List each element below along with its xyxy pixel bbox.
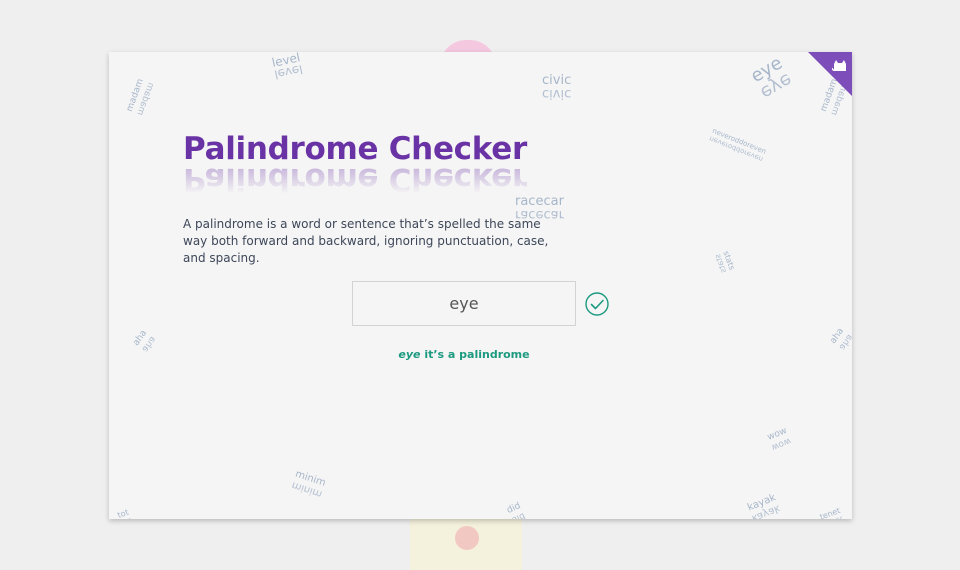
deco-word: aha aha: [131, 328, 157, 353]
page-title: Palindrome Checker: [183, 131, 527, 167]
title-block: Palindrome Checker Palindrome Checker: [183, 131, 527, 198]
deco-word: wow wow: [766, 426, 792, 452]
deco-word: madam madam: [125, 77, 156, 116]
deco-word: civic civic: [542, 74, 572, 101]
palindrome-input[interactable]: [352, 281, 576, 326]
main-card: madam madam level level civic civic eye …: [109, 52, 852, 519]
deco-word-mirror: civic: [542, 86, 572, 101]
deco-word: tot tot: [116, 508, 133, 519]
deco-word: stats stats: [713, 250, 737, 274]
description-text: A palindrome is a word or sentence that’…: [183, 217, 549, 265]
cat-icon[interactable]: [832, 58, 848, 72]
result-message: eye it’s a palindrome: [352, 348, 576, 361]
deco-word: did did: [505, 501, 526, 519]
deco-word: level level: [271, 52, 304, 82]
page-title-reflection: Palindrome Checker: [183, 161, 527, 197]
deco-word: kayak kayak: [746, 492, 782, 519]
deco-word: tenet tenet: [819, 506, 845, 519]
checkmark-circle-icon: [585, 292, 609, 316]
deco-word: minim minim: [290, 469, 327, 500]
deco-word: eye eye: [747, 52, 795, 103]
result-text: it’s a palindrome: [420, 348, 530, 361]
result-word: eye: [398, 348, 421, 361]
deco-word: aha aha: [828, 326, 852, 351]
deco-word: neveroddoreven neveroddoreven: [708, 127, 767, 163]
background-dot: [455, 526, 479, 550]
